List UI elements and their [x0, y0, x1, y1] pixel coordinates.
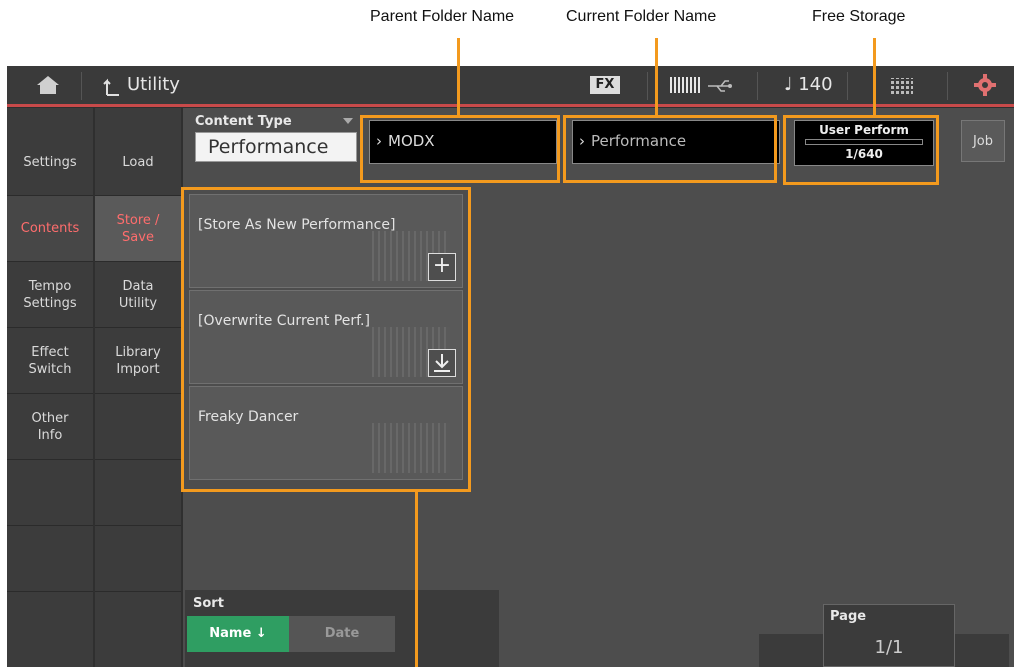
grid-icon[interactable] [891, 78, 913, 94]
leader-storage [873, 38, 876, 116]
tab-library-import[interactable]: Library Import [95, 328, 181, 394]
subcategory-column: Load Store / Save Data Utility Library I… [95, 108, 181, 667]
page-header: Page [830, 609, 867, 624]
leader-parent [457, 38, 460, 116]
callout-parent-folder: Parent Folder Name [370, 8, 515, 25]
sort-name-button[interactable]: Name ↓ [187, 616, 289, 652]
dropdown-arrow-icon [343, 118, 353, 124]
usb-icon [707, 78, 733, 92]
device-screen: Utility FX ♩ 140 Settings Contents Tempo… [7, 66, 1014, 667]
sort-header: Sort [193, 596, 224, 611]
highlight-parent-folder [360, 115, 560, 183]
top-bar: Utility FX ♩ 140 [7, 66, 1014, 107]
tab-other-info[interactable]: Other Info [7, 394, 93, 460]
highlight-current-folder [563, 115, 777, 183]
home-icon[interactable] [35, 74, 61, 96]
leader-list [415, 492, 418, 667]
tab-empty-4 [95, 460, 181, 526]
tab-store-save[interactable]: Store / Save [95, 196, 181, 262]
fx-badge[interactable]: FX [590, 76, 620, 94]
callout-current-folder: Current Folder Name [566, 8, 717, 25]
job-button[interactable]: Job [961, 120, 1005, 162]
page-box[interactable]: Page 1/1 [823, 604, 955, 667]
page-value: 1/1 [874, 637, 904, 658]
keyboard-icon [670, 77, 700, 93]
leader-current [655, 38, 658, 116]
tab-empty-1 [7, 460, 93, 526]
tab-empty-2 [7, 526, 93, 592]
category-column: Settings Contents Tempo Settings Effect … [7, 108, 93, 667]
sort-date-button[interactable]: Date [289, 616, 395, 652]
content-type-select[interactable]: Performance [195, 132, 357, 162]
content-type-header: Content Type [195, 114, 292, 129]
page-title: Utility [127, 74, 180, 95]
tempo-display[interactable]: ♩ 140 [784, 74, 833, 95]
tab-data-utility[interactable]: Data Utility [95, 262, 181, 328]
callout-free-storage: Free Storage [812, 8, 906, 25]
tab-effect-switch[interactable]: Effect Switch [7, 328, 93, 394]
tab-contents[interactable]: Contents [7, 196, 93, 262]
highlight-free-storage [783, 115, 939, 185]
tab-empty-5 [95, 526, 181, 592]
highlight-list [181, 187, 471, 492]
tab-settings[interactable]: Settings [7, 130, 93, 196]
gear-icon[interactable] [974, 74, 996, 96]
tab-load[interactable]: Load [95, 130, 181, 196]
tab-tempo-settings[interactable]: Tempo Settings [7, 262, 93, 328]
back-icon[interactable] [103, 75, 123, 97]
tab-empty-3 [95, 394, 181, 460]
